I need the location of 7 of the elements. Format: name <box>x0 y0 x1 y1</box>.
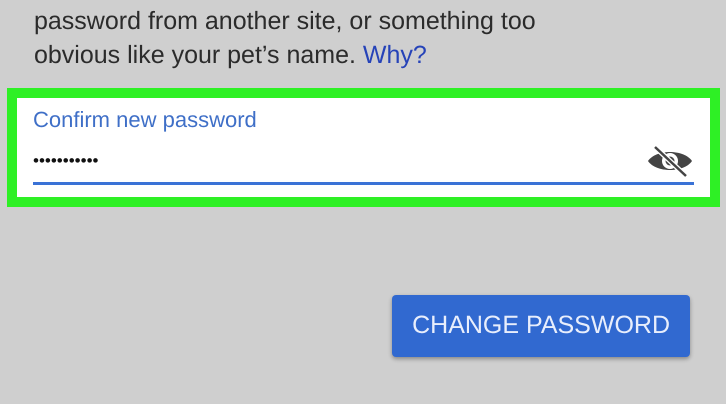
change-password-button[interactable]: CHANGE PASSWORD <box>392 295 690 356</box>
password-field[interactable]: ••••••••••• <box>33 148 646 174</box>
highlight-frame: Confirm new password ••••••••••• <box>7 88 720 207</box>
hint-text: password from another site, or something too <box>34 7 536 35</box>
hidden-eye-icon[interactable] <box>646 144 694 178</box>
hint-text: obvious like your pet’s name. <box>34 41 356 69</box>
why-link[interactable]: Why? <box>362 41 427 69</box>
